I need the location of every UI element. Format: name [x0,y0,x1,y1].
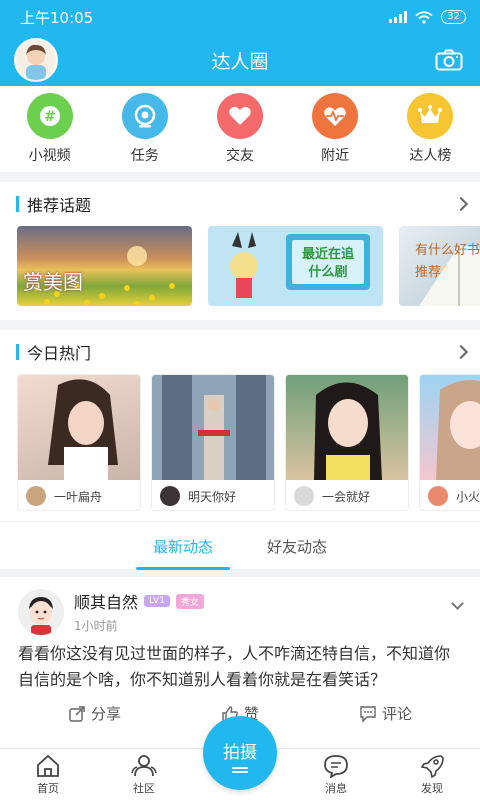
status-time: 上午10:05 [20,8,94,27]
post-author[interactable]: 顺其自然 [74,589,138,613]
section-header[interactable]: 今日热门 [0,330,480,374]
category-label: 交友 [225,148,254,164]
recommended-topics-section: 推荐话题 赏美图 最近在追什么剧 有什么好书推荐 [0,182,480,320]
status-icons: 32 [389,10,466,24]
hot-user: 小火 [420,480,480,510]
hot-user: 一会就好 [286,480,408,510]
nav-label: 发现 [421,781,443,795]
today-hot-section: 今日热门 一叶扁舟 明天你好 一会就好 小火 最新动态 好友动态 [0,330,480,570]
hot-username: 明天你好 [188,489,237,504]
topic-card[interactable]: 有什么好书推荐 [399,226,480,306]
heartbeat-icon [312,93,359,139]
hot-username: 一会就好 [322,489,371,504]
nav-messages[interactable]: 消息 [296,754,376,796]
avatar [160,486,180,506]
category-nearby[interactable]: 附近 [293,93,377,165]
menu-lines-icon [232,766,248,769]
level-badge: LV1 [144,595,170,607]
share-icon [69,705,85,722]
wifi-icon [415,10,433,24]
hot-user: 一叶扁舟 [18,480,140,510]
tab-friends[interactable]: 好友动态 [240,522,354,570]
category-short-video[interactable]: # 小视频 [8,93,92,165]
category-ranking[interactable]: 达人榜 [388,93,472,165]
hot-photo [18,375,140,480]
shoot-button[interactable]: 拍摄 [203,716,277,790]
section-title: 今日热门 [16,340,91,364]
heart-icon [216,93,263,139]
comment-button[interactable]: 评论 [359,703,412,724]
category-bar: # 小视频 任务 交友 附近 达人榜 [0,86,480,172]
hot-carousel: 一叶扁舟 明天你好 一会就好 小火 [0,374,480,521]
nav-community[interactable]: 社区 [104,754,184,796]
avatar [26,486,46,506]
section-title: 推荐话题 [16,192,91,216]
category-label: 小视频 [28,148,71,164]
user-avatar[interactable] [14,38,58,82]
post-time: 1小时前 [74,619,118,633]
post-header: 顺其自然 LV1 秀女 1小时前 [18,589,462,635]
hot-username: 一叶扁舟 [54,489,103,504]
feed-tabs: 最新动态 好友动态 [0,521,480,570]
share-button[interactable]: 分享 [68,703,121,724]
battery-icon: 32 [441,10,466,24]
camera-icon [435,49,463,71]
status-bar: 上午10:05 32 [0,0,480,34]
post-content: 看看你这没有见过世面的样子，人不咋滴还特自信，不知道你自信的是个啥，你不知道别人… [18,644,451,689]
hashtag-icon: # [26,93,73,139]
hot-photo [420,375,480,480]
post-name-row: 顺其自然 LV1 秀女 [74,589,204,613]
hot-card[interactable]: 小火 [419,374,480,511]
nav-label: 社区 [133,781,155,795]
app-header: 达人圈 [0,34,480,86]
signal-icon [389,11,408,23]
tag-badge: 秀女 [175,593,204,609]
section-header[interactable]: 推荐话题 [0,182,480,226]
nav-label: 首页 [37,781,59,795]
topic-text: 赏美图 [23,270,83,294]
topic-text: 最近在追什么剧 [301,247,354,280]
chevron-right-icon [453,196,469,212]
nav-label: 消息 [325,781,347,795]
avatar [428,486,448,506]
community-icon [131,754,157,776]
avatar [294,486,314,506]
rocket-icon [420,754,444,778]
category-label: 附近 [321,148,350,164]
category-friends[interactable]: 交友 [198,93,282,165]
share-label: 分享 [90,705,121,723]
app-screen: 上午10:05 32 达人圈 # 小视频 任务 交友 附近 达人榜 推荐话题 赏… [0,0,480,800]
hot-card[interactable]: 一会就好 [285,374,409,511]
topic-card[interactable]: 赏美图 [17,226,192,306]
crown-icon [407,93,454,139]
topic-text: 有什么好书推荐 [415,243,480,280]
chevron-right-icon [453,344,469,360]
comment-label: 评论 [381,705,412,723]
hot-username: 小火 [456,489,480,504]
topic-card[interactable]: 最近在追什么剧 [208,226,383,306]
hot-card[interactable]: 一叶扁舟 [17,374,141,511]
hot-photo [286,375,408,480]
category-label: 任务 [130,148,159,164]
page-title: 达人圈 [211,50,269,73]
hot-user: 明天你好 [152,480,274,510]
hot-photo [152,375,274,480]
comment-icon [360,705,376,723]
home-icon [37,754,59,777]
svg-text:#: # [44,109,56,125]
category-label: 达人榜 [409,148,452,164]
tab-latest[interactable]: 最新动态 [126,522,240,570]
camera-button[interactable] [432,45,466,75]
post-meta: 顺其自然 LV1 秀女 1小时前 [74,589,204,634]
nav-home[interactable]: 首页 [8,754,88,796]
category-task[interactable]: 任务 [103,93,187,165]
nav-discover[interactable]: 发现 [392,754,472,796]
target-icon [121,93,168,139]
post-avatar[interactable] [18,589,64,635]
message-icon [324,754,348,778]
hot-card[interactable]: 明天你好 [151,374,275,511]
topic-carousel: 赏美图 最近在追什么剧 有什么好书推荐 [0,226,480,320]
shoot-label: 拍摄 [223,742,257,763]
